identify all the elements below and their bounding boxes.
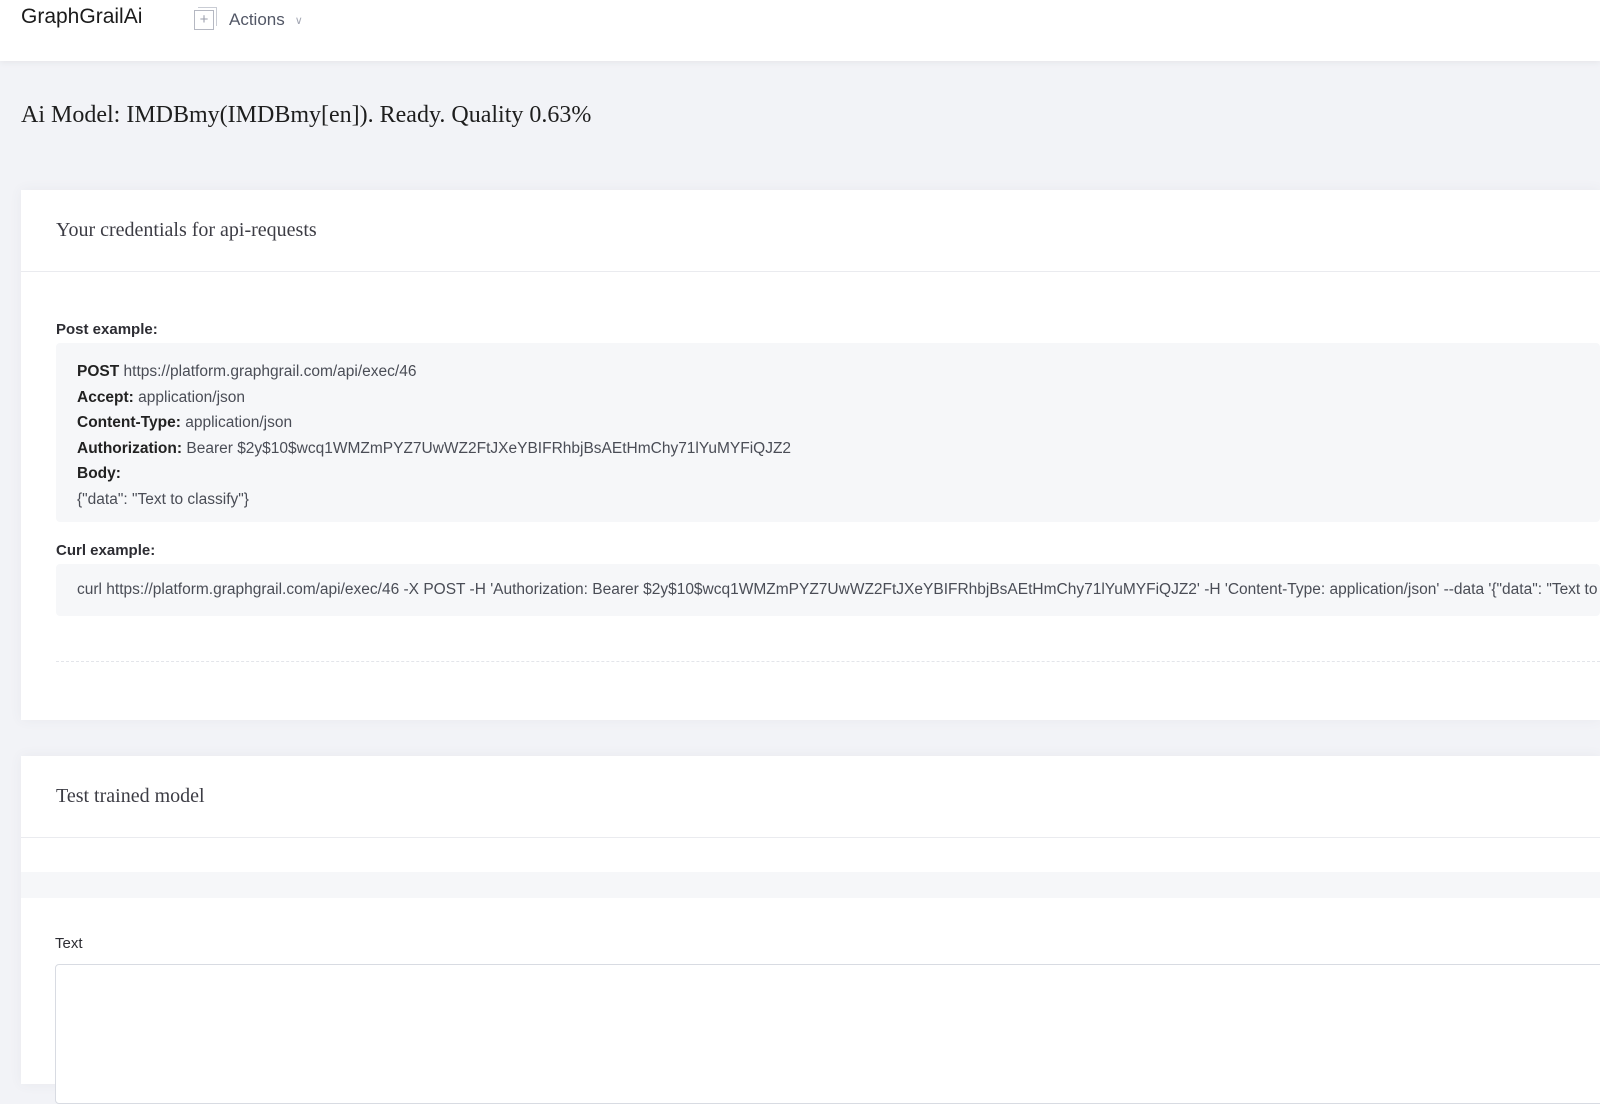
post-authorization-line: Authorization: Bearer $2y$10$wcq1WMZmPYZ… [77,436,1600,462]
curl-command: curl https://platform.graphgrail.com/api… [77,581,1600,598]
post-body-line: Body: [77,461,1600,487]
post-content-type-line: Content-Type: application/json [77,410,1600,436]
post-example-box: POST https://platform.graphgrail.com/api… [56,343,1600,522]
actions-label: Actions [229,10,285,29]
dashed-divider [56,661,1600,662]
test-model-card-title: Test trained model [56,785,205,807]
post-method-line: POST https://platform.graphgrail.com/api… [77,359,1600,385]
post-accept-key: Accept: [77,388,134,406]
credentials-card: Your credentials for api-requests Post e… [21,190,1600,720]
post-body-value: {"data": "Text to classify"} [77,490,249,508]
post-authorization-key: Authorization: [77,439,183,457]
section-separator-band [21,872,1600,898]
test-model-card-header: Test trained model [21,756,1600,838]
post-accept-line: Accept: application/json [77,385,1600,411]
post-content-type-key: Content-Type: [77,414,181,431]
page-title: Ai Model: IMDBmy(IMDBmy[en]). Ready. Qua… [21,102,592,128]
brand-logo[interactable]: GraphGrailAi [21,5,142,29]
text-field-label: Text [55,935,83,952]
chevron-down-icon: ∨ [294,14,303,27]
curl-example-box: curl https://platform.graphgrail.com/api… [56,564,1600,616]
test-model-card: Test trained model Text [21,756,1600,1104]
post-authorization-value: Bearer $2y$10$wcq1WMZmPYZ7UwWZ2FtJXeYBIF… [186,439,792,457]
actions-menu-button[interactable]: + Actions ∨ [194,7,303,30]
add-box-icon: + [194,7,217,30]
post-method-url: https://platform.graphgrail.com/api/exec… [123,363,417,380]
post-method-key: POST [77,363,120,380]
credentials-card-header: Your credentials for api-requests [21,190,1600,272]
post-example-label: Post example: [56,321,158,338]
post-accept-value: application/json [138,388,246,406]
credentials-card-title: Your credentials for api-requests [56,219,317,241]
post-body-key: Body: [77,465,121,482]
text-input[interactable] [55,964,1600,1104]
top-navbar: GraphGrailAi + Actions ∨ [0,0,1600,61]
post-content-type-value: application/json [185,414,293,431]
curl-example-label: Curl example: [56,542,156,559]
